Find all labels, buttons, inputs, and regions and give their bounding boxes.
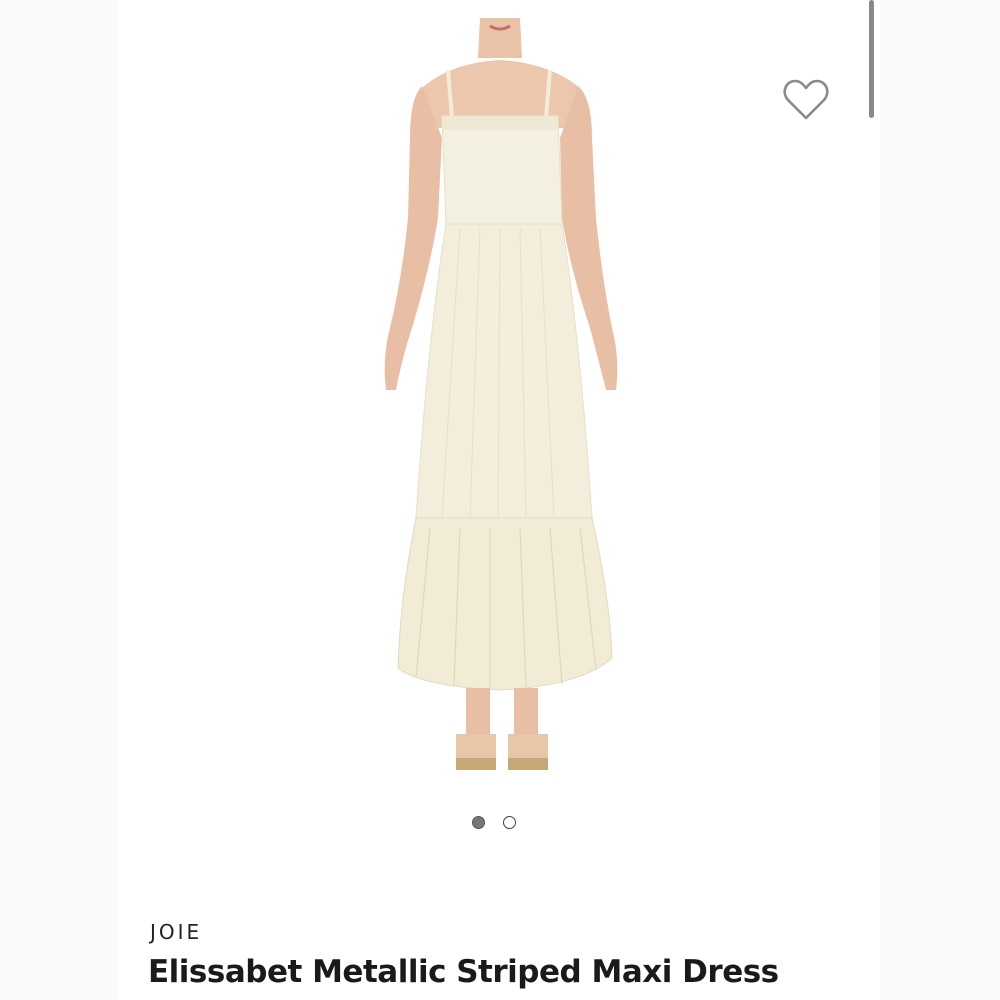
gallery-dot-2[interactable] (503, 816, 516, 829)
gallery-pagination (472, 816, 516, 829)
product-title: Elissabet Metallic Striped Maxi Dress (148, 954, 779, 990)
product-image[interactable] (330, 18, 670, 778)
dress-ruffle (397, 517, 613, 691)
backdrop-right (880, 0, 1000, 1000)
gallery-dot-1[interactable] (472, 816, 485, 829)
product-brand[interactable]: JOIE (150, 920, 202, 944)
wishlist-button[interactable] (780, 76, 832, 124)
scrollbar-thumb[interactable] (869, 0, 874, 118)
backdrop-left (0, 0, 118, 1000)
dress-skirt (415, 223, 593, 519)
dress-bodice (441, 115, 563, 225)
model-neck (478, 18, 522, 58)
heart-outline-icon (783, 79, 829, 120)
